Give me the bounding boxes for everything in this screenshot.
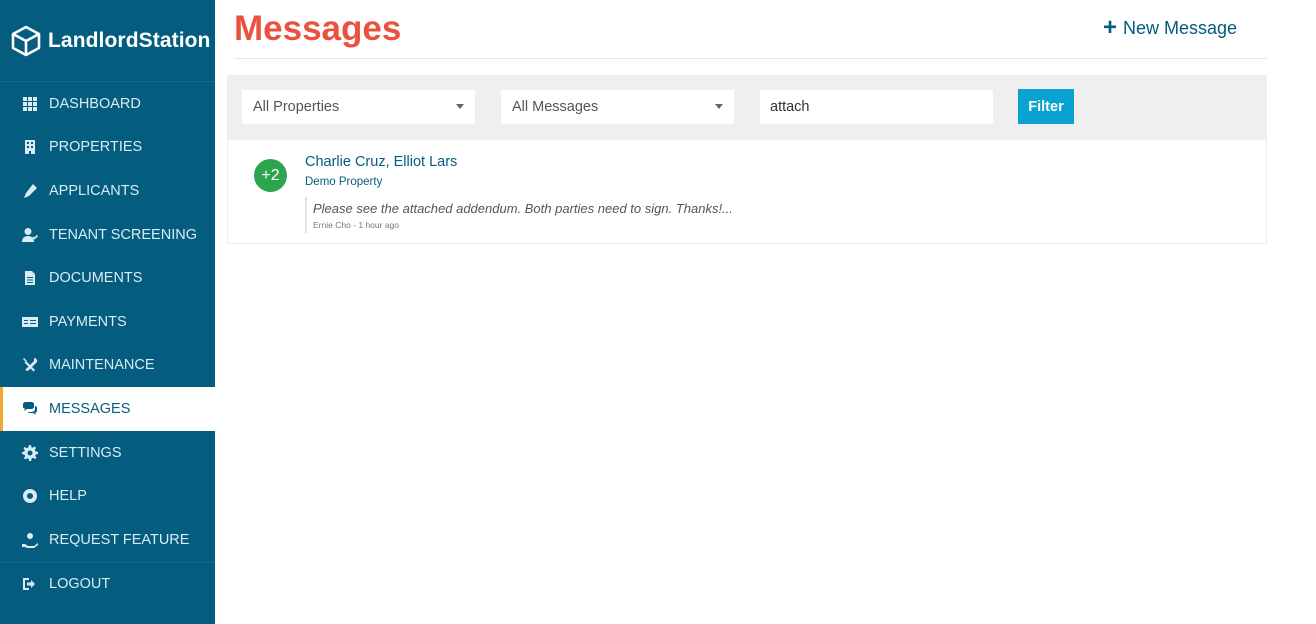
document-icon (21, 270, 38, 287)
sidebar-item-tenant-screening[interactable]: TENANT SCREENING (0, 213, 215, 257)
sidebar-item-label: DASHBOARD (49, 95, 141, 112)
logout-icon (21, 575, 38, 592)
sidebar-item-messages[interactable]: MESSAGES (0, 387, 215, 431)
message-participants[interactable]: Charlie Cruz, Elliot Lars (305, 154, 457, 170)
sidebar-item-documents[interactable]: DOCUMENTS (0, 256, 215, 300)
brand[interactable]: LandlordStation (0, 0, 215, 82)
new-message-label: New Message (1122, 17, 1237, 38)
properties-select[interactable]: All Properties (242, 90, 475, 124)
filter-button[interactable]: Filter (1018, 89, 1074, 124)
page-header: Messages + New Message (234, 0, 1267, 59)
sidebar-item-help[interactable]: HELP (0, 474, 215, 518)
lifebuoy-icon (21, 488, 38, 505)
message-list: +2 Charlie Cruz, Elliot Lars Demo Proper… (227, 140, 1267, 244)
sidebar-item-label: MAINTENANCE (49, 357, 155, 374)
page-title: Messages (234, 9, 402, 48)
sidebar-item-label: APPLICANTS (49, 182, 140, 199)
sidebar-item-dashboard[interactable]: DASHBOARD (0, 82, 215, 126)
message-preview-block: Please see the attached addendum. Both p… (305, 197, 733, 233)
gear-icon (21, 444, 38, 461)
main-content: Messages + New Message All Properties Al… (215, 0, 1316, 624)
pen-icon (21, 182, 38, 199)
caret-down-icon (715, 104, 723, 109)
messages-select-value: All Messages (512, 99, 599, 115)
message-meta: Ernie Cho - 1 hour ago (313, 220, 399, 230)
chat-icon (21, 400, 38, 417)
sidebar-item-request-feature[interactable]: REQUEST FEATURE (0, 518, 215, 562)
search-input[interactable] (760, 90, 993, 124)
sidebar-item-label: REQUEST FEATURE (49, 531, 190, 548)
message-preview: Please see the attached addendum. Both p… (313, 201, 733, 216)
sidebar-item-settings[interactable]: SETTINGS (0, 431, 215, 475)
money-icon (21, 313, 38, 330)
sidebar-item-properties[interactable]: PROPERTIES (0, 126, 215, 170)
sidebar-item-applicants[interactable]: APPLICANTS (0, 169, 215, 213)
sidebar-item-label: MESSAGES (49, 400, 131, 417)
sidebar-item-label: TENANT SCREENING (49, 226, 197, 243)
sidebar: LandlordStation DASHBOARD PROPERTIES APP… (0, 0, 215, 624)
hand-icon (21, 531, 38, 548)
sidebar-item-label: PROPERTIES (49, 139, 143, 156)
sidebar-item-label: DOCUMENTS (49, 270, 143, 287)
sidebar-item-label: PAYMENTS (49, 313, 127, 330)
tools-icon (21, 357, 38, 374)
messages-select[interactable]: All Messages (501, 90, 734, 124)
properties-select-value: All Properties (253, 99, 340, 115)
sidebar-nav: DASHBOARD PROPERTIES APPLICANTS TENANT S… (0, 82, 215, 605)
message-property[interactable]: Demo Property (305, 176, 382, 188)
building-icon (21, 139, 38, 156)
grid-icon (21, 95, 38, 112)
sidebar-item-payments[interactable]: PAYMENTS (0, 300, 215, 344)
brand-name: LandlordStation (48, 28, 211, 52)
sidebar-item-maintenance[interactable]: MAINTENANCE (0, 344, 215, 388)
plus-icon: + (1102, 14, 1117, 41)
caret-down-icon (456, 104, 464, 109)
sidebar-item-label: SETTINGS (49, 444, 122, 461)
new-message-button[interactable]: + New Message (1102, 14, 1237, 41)
filter-bar: All Properties All Messages Filter (227, 75, 1267, 140)
participant-count-badge: +2 (254, 159, 287, 192)
cube-logo-icon (11, 25, 41, 56)
sidebar-item-label: HELP (49, 488, 87, 505)
sidebar-item-logout[interactable]: LOGOUT (0, 561, 215, 606)
user-check-icon (21, 226, 38, 243)
sidebar-item-label: LOGOUT (49, 575, 111, 592)
